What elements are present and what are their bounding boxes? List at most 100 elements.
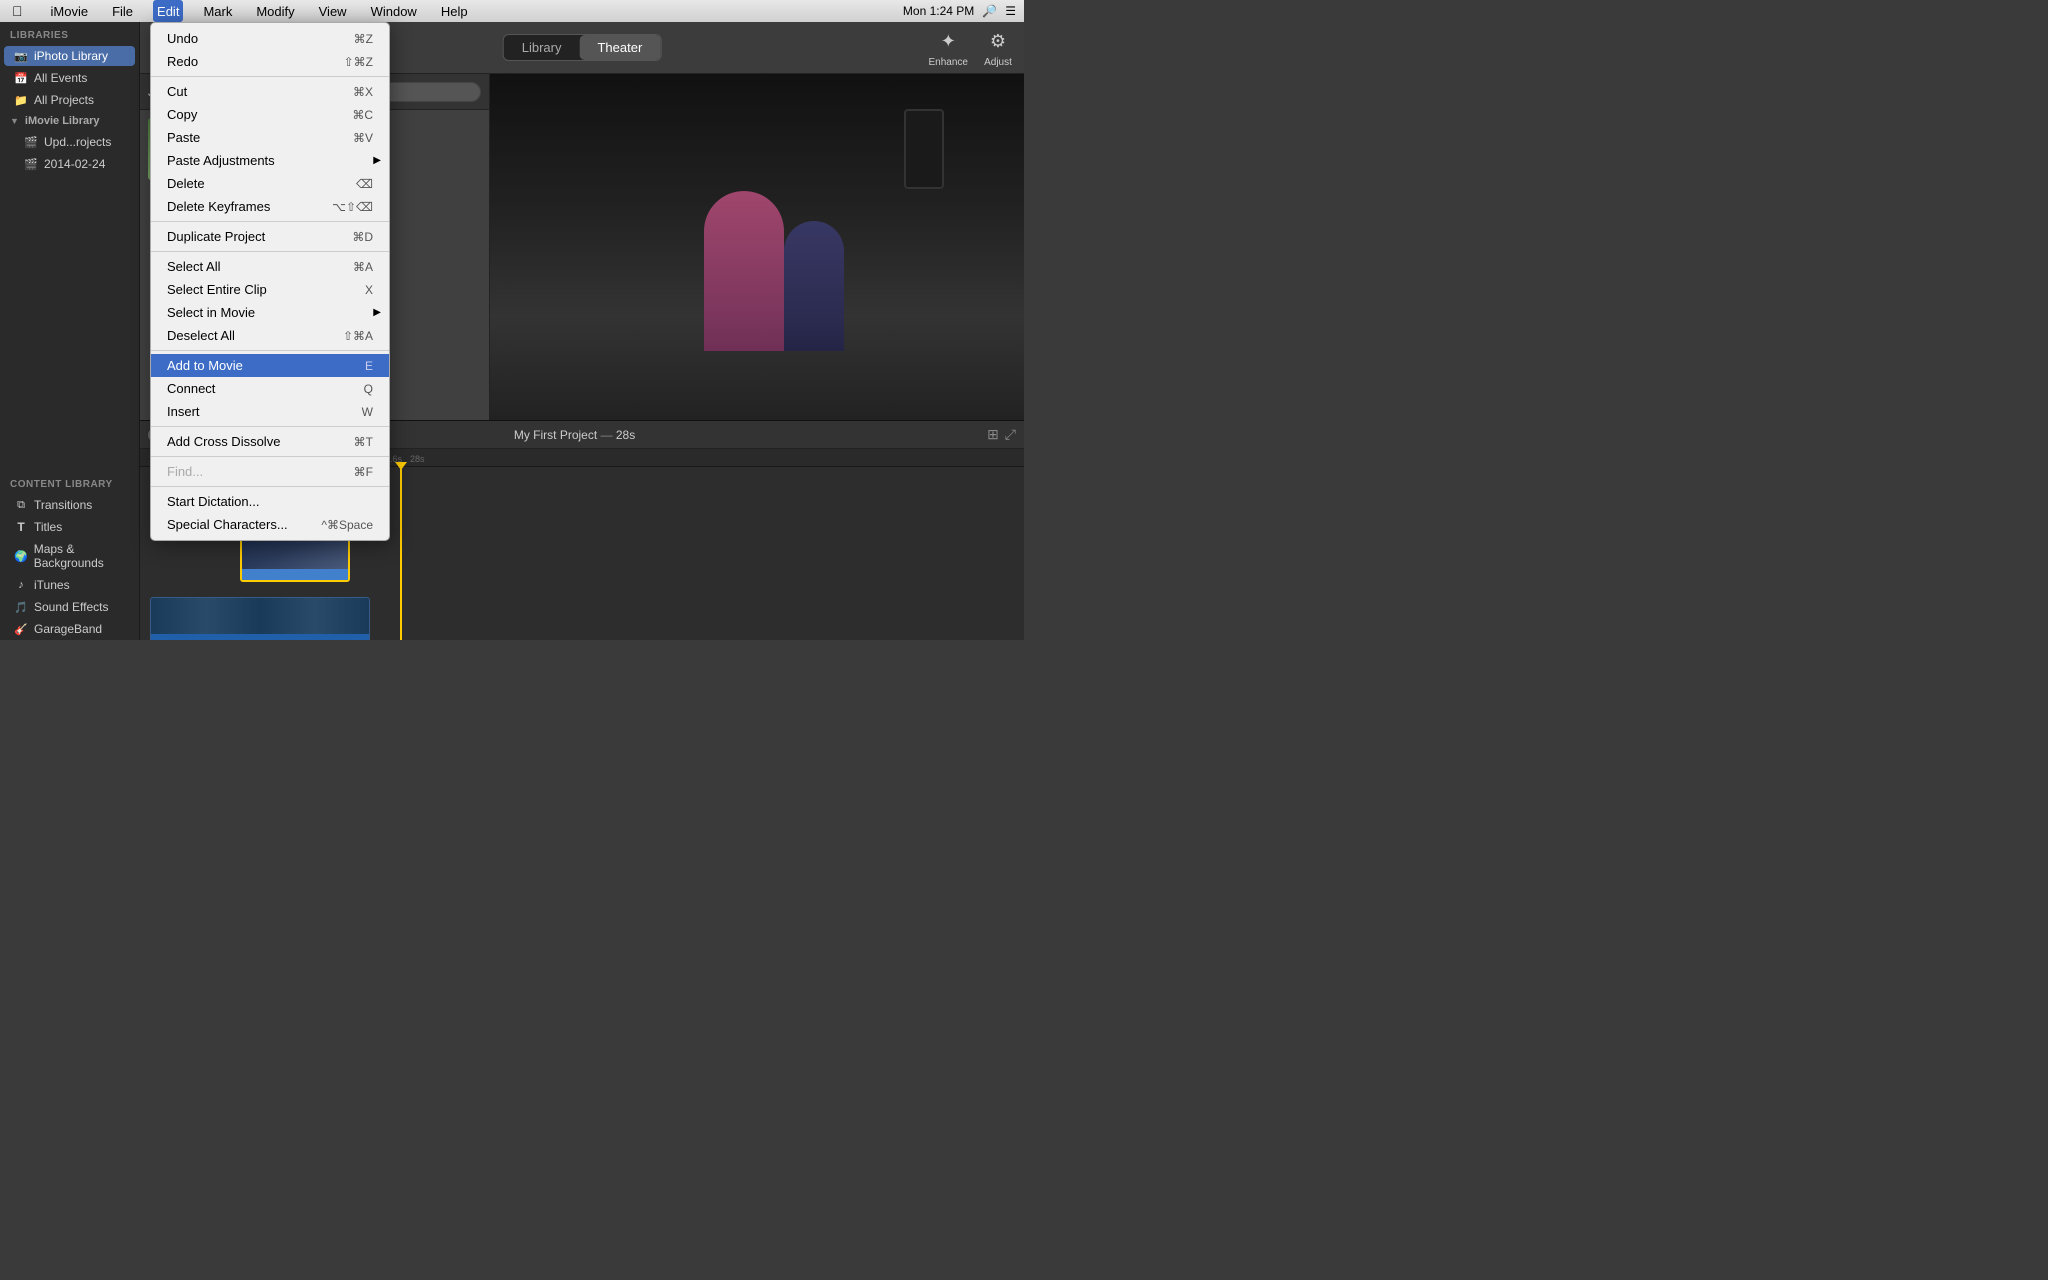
add-to-movie-menu-item[interactable]: Add to Movie E (151, 354, 389, 377)
disclosure-icon: ▼ (10, 116, 19, 126)
duplicate-project-menu-item[interactable]: Duplicate Project ⌘D (151, 225, 389, 248)
imovie-library-label: iMovie Library (25, 115, 100, 127)
submenu-arrow-icon: ▶ (373, 155, 381, 166)
window-menu[interactable]: Window (367, 0, 421, 22)
timeline-fullscreen-icon[interactable]: ⤢ (1005, 426, 1016, 443)
imovie-library-header[interactable]: ▼ iMovie Library (0, 111, 139, 131)
separator-3 (151, 251, 389, 252)
sidebar-item-updrojects[interactable]: 🎬 Upd...rojects (4, 132, 135, 152)
sidebar-item-garageband[interactable]: 🎸 GarageBand (4, 619, 135, 639)
titles-icon: T (14, 520, 28, 534)
soundeffects-icon: 🎵 (14, 600, 28, 614)
project-icon-1: 🎬 (24, 135, 38, 149)
sidebar-item-itunes[interactable]: ♪ iTunes (4, 575, 135, 595)
sidebar: LIBRARIES 📷 iPhoto Library 📅 All Events … (0, 22, 140, 640)
sidebar-item-garageband-label: GarageBand (34, 622, 102, 636)
sidebar-item-titles-label: Titles (34, 520, 62, 534)
iphoto-icon: 📷 (14, 49, 28, 63)
all-events-icon: 📅 (14, 71, 28, 85)
separator-1 (151, 76, 389, 77)
sidebar-item-soundeffects[interactable]: 🎵 Sound Effects (4, 597, 135, 617)
select-in-movie-arrow-icon: ▶ (373, 307, 381, 318)
delete-keyframes-menu-item[interactable]: Delete Keyframes ⌥⇧⌫ (151, 195, 389, 218)
sidebar-item-iphoto[interactable]: 📷 iPhoto Library (4, 46, 135, 66)
separator-6 (151, 456, 389, 457)
sidebar-item-transitions-label: Transitions (34, 498, 92, 512)
separator-7 (151, 486, 389, 487)
delete-menu-item[interactable]: Delete ⌫ (151, 172, 389, 195)
mark-menu[interactable]: Mark (199, 0, 236, 22)
sidebar-item-allevents[interactable]: 📅 All Events (4, 68, 135, 88)
sidebar-item-soundeffects-label: Sound Effects (34, 600, 109, 614)
timeline-zoom-icon[interactable]: ⊞ (987, 426, 999, 443)
undo-menu-item[interactable]: Undo ⌘Z (151, 27, 389, 50)
search-icon[interactable]: 🔎 (982, 4, 997, 18)
video-speaker (904, 109, 944, 189)
control-strip-icon[interactable]: ☰ (1005, 4, 1016, 18)
audio-track (140, 597, 1024, 640)
sidebar-item-allprojects[interactable]: 📁 All Projects (4, 90, 135, 110)
theater-tab[interactable]: Theater (579, 35, 660, 60)
redo-menu-item[interactable]: Redo ⇧⌘Z (151, 50, 389, 73)
edit-menu[interactable]: Edit (153, 0, 183, 22)
special-characters-menu-item[interactable]: Special Characters... ^⌘Space (151, 513, 389, 536)
apple-menu[interactable]:  (8, 0, 27, 22)
libraries-section-title: LIBRARIES (0, 22, 139, 45)
view-menu[interactable]: View (315, 0, 351, 22)
adjust-button[interactable]: ⚙ Adjust (984, 27, 1012, 68)
separator-2 (151, 221, 389, 222)
start-dictation-menu-item[interactable]: Start Dictation... (151, 490, 389, 513)
sidebar-item-2014[interactable]: 🎬 2014-02-24 (4, 154, 135, 174)
clip-thumb-bar (242, 569, 348, 582)
audio-clip-blue-bar (151, 634, 369, 640)
paste-menu-item[interactable]: Paste ⌘V (151, 126, 389, 149)
menubar-datetime: Mon 1:24 PM (903, 4, 974, 18)
all-projects-icon: 📁 (14, 93, 28, 107)
imovie-menu[interactable]: iMovie (47, 0, 93, 22)
ruler-mark-28: 28s (410, 449, 425, 466)
sidebar-item-transitions[interactable]: ⧉ Transitions (4, 495, 135, 515)
cut-menu-item[interactable]: Cut ⌘X (151, 80, 389, 103)
paste-adjustments-menu-item[interactable]: Paste Adjustments ▶ (151, 149, 389, 172)
file-menu[interactable]: File (108, 0, 137, 22)
preview-area (490, 74, 1024, 420)
connect-menu-item[interactable]: Connect Q (151, 377, 389, 400)
timeline-playhead[interactable] (400, 467, 402, 640)
select-all-menu-item[interactable]: Select All ⌘A (151, 255, 389, 278)
sidebar-item-allprojects-label: All Projects (34, 93, 94, 107)
library-tab[interactable]: Library (504, 35, 580, 60)
select-in-movie-menu-item[interactable]: Select in Movie ▶ (151, 301, 389, 324)
add-cross-dissolve-menu-item[interactable]: Add Cross Dissolve ⌘T (151, 430, 389, 453)
modify-menu[interactable]: Modify (252, 0, 298, 22)
separator-5 (151, 426, 389, 427)
select-entire-clip-menu-item[interactable]: Select Entire Clip X (151, 278, 389, 301)
sidebar-item-titles[interactable]: T Titles (4, 517, 135, 537)
enhance-button[interactable]: ✦ Enhance (929, 27, 968, 68)
video-figure-2 (784, 221, 844, 351)
garageband-icon: 🎸 (14, 622, 28, 636)
deselect-all-menu-item[interactable]: Deselect All ⇧⌘A (151, 324, 389, 347)
timeline-controls: ⊞ ⤢ (987, 426, 1016, 443)
sidebar-item-maps[interactable]: 🌍 Maps & Backgrounds (4, 539, 135, 573)
playhead-triangle (395, 462, 407, 470)
adjust-icon: ⚙ (984, 27, 1012, 55)
toolbar-right: ✦ Enhance ⚙ Adjust (929, 27, 1012, 68)
enhance-label: Enhance (929, 57, 968, 68)
menubar:  iMovie File Edit Mark Modify View Wind… (0, 0, 1024, 22)
video-preview (490, 74, 1024, 420)
transitions-icon: ⧉ (14, 498, 28, 512)
help-menu[interactable]: Help (437, 0, 472, 22)
edit-dropdown-menu: Undo ⌘Z Redo ⇧⌘Z Cut ⌘X Copy ⌘C Paste ⌘V… (150, 22, 390, 541)
video-figure-1 (704, 191, 784, 351)
separator-4 (151, 350, 389, 351)
copy-menu-item[interactable]: Copy ⌘C (151, 103, 389, 126)
menubar-right: Mon 1:24 PM 🔎 ☰ (903, 4, 1016, 18)
adjust-label: Adjust (984, 57, 1012, 68)
audio-clip[interactable] (150, 597, 370, 640)
sidebar-item-allevents-label: All Events (34, 71, 87, 85)
library-theater-toggle: Library Theater (503, 34, 662, 61)
insert-menu-item[interactable]: Insert W (151, 400, 389, 423)
content-library-title: CONTENT LIBRARY (0, 471, 139, 494)
sidebar-item-maps-label: Maps & Backgrounds (34, 542, 125, 570)
find-menu-item[interactable]: Find... ⌘F (151, 460, 389, 483)
